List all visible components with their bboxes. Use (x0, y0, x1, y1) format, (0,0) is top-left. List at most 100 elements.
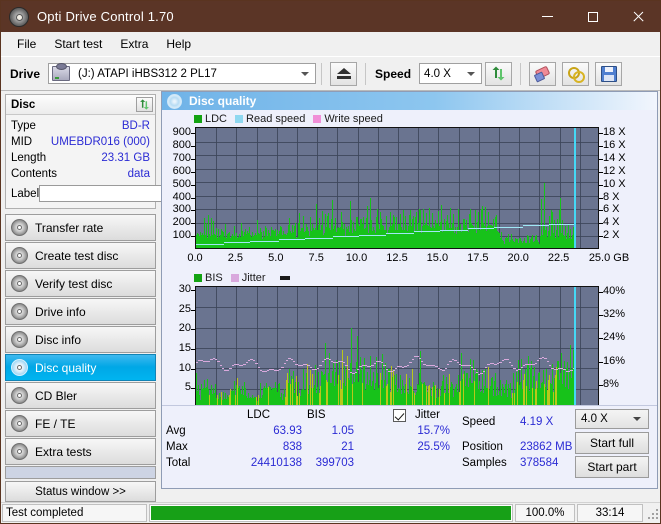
chart-line-segment (511, 365, 513, 366)
chart-line-segment (438, 231, 440, 232)
sidebar-item-label: CD Bler (35, 388, 78, 403)
menu-start-test[interactable]: Start test (45, 34, 111, 54)
y-axis-tick-label: 700 (172, 152, 191, 165)
chart-line-segment (449, 361, 452, 362)
chart-line-segment (331, 238, 333, 239)
floppy-save-icon (600, 65, 617, 82)
sidebar-item-verify-test-disc[interactable]: Verify test disc (5, 270, 156, 297)
save-button[interactable] (595, 61, 623, 86)
menu-help[interactable]: Help (157, 34, 200, 54)
test-speed-select[interactable]: 4.0 X (575, 409, 649, 429)
chart-line-segment (468, 365, 471, 366)
chart-line-segment (499, 362, 502, 363)
erase-button[interactable] (529, 61, 557, 86)
close-button[interactable] (615, 1, 660, 32)
disc-mid-label: MID (11, 136, 33, 148)
x-axis-tick-label: 25.0 GB (588, 252, 630, 264)
y2-axis-tick (599, 184, 603, 186)
disc-length-label: Length (11, 152, 47, 164)
chart-line-segment (241, 365, 243, 366)
gridline-v (236, 128, 237, 248)
chart-line-segment (300, 365, 303, 366)
stats-avg-jitter: 15.7% (417, 425, 450, 437)
chart-line-segment (246, 362, 248, 363)
y2-axis-tick (599, 171, 603, 173)
sidebar-item-cd-bler[interactable]: CD Bler (5, 382, 156, 409)
title-bar: Opti Drive Control 1.70 (1, 1, 660, 32)
disc-row-length: Length 23.31 GB (11, 150, 150, 166)
disc-quality-panel: Disc quality LDC Read speed Write speed (161, 91, 658, 489)
chart-line-segment (220, 365, 222, 366)
chain-links-icon (567, 66, 585, 83)
resize-grip-icon[interactable] (646, 507, 658, 519)
chart-line-segment (243, 364, 246, 365)
jitter-checkbox[interactable] (393, 409, 406, 422)
disc-refresh-button[interactable] (136, 97, 153, 112)
disc-group: Disc Type BD-R MID UMEBDR016 (000) Lengt… (5, 94, 243, 209)
toolbar: Drive (J:) ATAPI iHBS312 2 PL17 Speed 4.… (1, 57, 660, 91)
stats-total-ldc: 24410138 (250, 457, 302, 469)
maximize-button[interactable] (570, 1, 615, 32)
sidebar-item-disc-quality[interactable]: Disc quality (5, 354, 156, 381)
chart-line-segment (539, 358, 542, 359)
ldc-plot (195, 127, 599, 249)
chart-line-segment (521, 367, 523, 368)
eject-icon (336, 68, 351, 79)
panel-header: Disc quality (162, 92, 657, 110)
chart-line-segment (217, 361, 220, 362)
drive-select[interactable]: (J:) ATAPI iHBS312 2 PL17 (48, 63, 317, 84)
menu-file[interactable]: File (8, 34, 45, 54)
y-axis-tick-label: 20 (178, 322, 191, 335)
chart-line-segment (480, 373, 483, 374)
y2-axis-tick-label: 8% (603, 377, 619, 390)
status-bar: Test completed 100.0% 33:14 (1, 502, 660, 523)
legend-label-bis: BIS (205, 271, 223, 284)
chart-line-segment (407, 365, 409, 366)
chart-line-segment (248, 360, 250, 361)
disc-label-row: Label (11, 184, 243, 203)
menu-extra[interactable]: Extra (111, 34, 157, 54)
sidebar-item-fe-te[interactable]: FE / TE (5, 410, 156, 437)
y2-axis-tick (599, 384, 603, 386)
chart-line-segment (442, 370, 445, 371)
chart-line-segment (324, 359, 326, 360)
refresh-arrows-icon (491, 66, 506, 81)
start-full-button[interactable]: Start full (575, 432, 649, 454)
chart-line-segment (395, 368, 397, 369)
sidebar-item-label: Drive info (35, 304, 86, 319)
minimize-icon (542, 16, 553, 17)
chart-line-segment (556, 369, 558, 370)
chart-line-segment (227, 370, 229, 371)
refresh-button[interactable] (485, 61, 513, 86)
chart-line-segment (286, 360, 288, 361)
sidebar-item-disc-info[interactable]: Disc info (5, 326, 156, 353)
ldc-legend: LDC Read speed Write speed (162, 112, 657, 125)
sidebar-item-extra-tests[interactable]: Extra tests (5, 438, 156, 465)
window-controls (525, 1, 660, 32)
chain-button[interactable] (562, 61, 590, 86)
sidebar-item-transfer-rate[interactable]: Transfer rate (5, 214, 156, 241)
chart-line-segment (487, 364, 490, 365)
minimize-button[interactable] (525, 1, 570, 32)
chart-line-segment (277, 241, 279, 242)
chart-line-segment (208, 361, 210, 362)
status-window-button[interactable]: Status window >> (5, 481, 156, 502)
stats-max-bis: 21 (341, 441, 354, 453)
chart-line-segment (537, 360, 539, 361)
y2-axis-tick-label: 14 X (603, 152, 626, 165)
stats-header-jitter: Jitter (415, 409, 440, 421)
sidebar-item-drive-info[interactable]: Drive info (5, 298, 156, 325)
y-axis-tick (191, 133, 195, 135)
stats-samples-label: Samples (462, 457, 507, 469)
drive-label: Drive (10, 66, 41, 81)
eject-button[interactable] (330, 61, 358, 86)
y2-axis-tick (599, 236, 603, 238)
disc-mid-value: UMEBDR016 (000) (50, 136, 150, 148)
y-axis-tick (191, 197, 195, 199)
speed-select[interactable]: 4.0 X (419, 63, 483, 84)
chart-line-segment (568, 371, 570, 372)
chart-line-segment (404, 366, 407, 367)
sidebar-item-create-test-disc[interactable]: Create test disc (5, 242, 156, 269)
y2-axis-tick (599, 223, 603, 225)
start-part-button[interactable]: Start part (575, 456, 649, 478)
